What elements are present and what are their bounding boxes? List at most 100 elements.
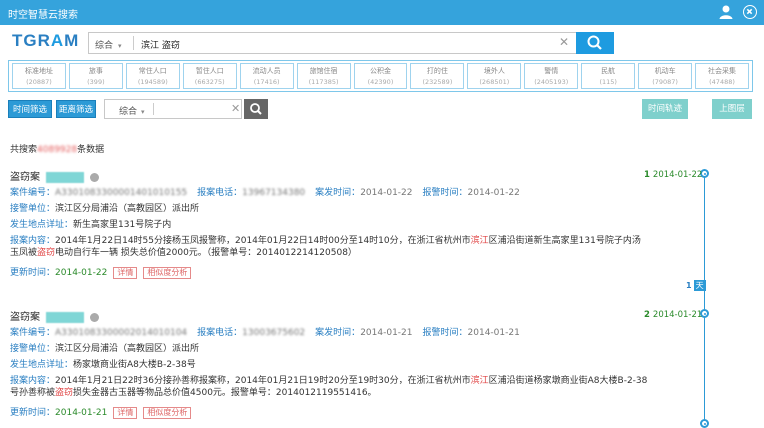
category-label: 标准地址 xyxy=(24,67,53,75)
result-summary: 共搜索4089928条数据 xyxy=(10,142,104,155)
category-count: (42390) xyxy=(367,78,394,86)
timeline-button[interactable]: 时间轨迹 xyxy=(642,99,688,119)
similarity-button[interactable]: 相似度分析 xyxy=(143,407,192,419)
category-tab[interactable]: 旅事 (399) xyxy=(68,63,123,89)
day-count: 1 xyxy=(686,281,692,290)
category-label: 民航 xyxy=(601,67,616,75)
category-label: 旅馆住宿 xyxy=(309,67,338,75)
category-label: 社会采集 xyxy=(708,67,737,75)
category-count: (115) xyxy=(599,78,617,86)
clear-search-icon[interactable]: ✕ xyxy=(559,35,569,49)
category-tab[interactable]: 警情 (2405193) xyxy=(524,63,579,89)
status-badge xyxy=(46,311,84,323)
category-tab[interactable]: 旅馆住宿 (117385) xyxy=(296,63,351,89)
similarity-button[interactable]: 相似度分析 xyxy=(143,267,192,279)
search-input[interactable]: 滨江 盗窃 xyxy=(141,38,180,51)
category-tab[interactable]: 社会采集 (47488) xyxy=(695,63,749,89)
logo-text-a: A xyxy=(50,31,65,50)
unit-value: 滨江区分局浦沿（高教园区）派出所 xyxy=(55,204,200,214)
clear-filter-icon[interactable]: ✕ xyxy=(231,102,240,115)
logo-text: TGR xyxy=(12,31,51,50)
category-count: (232589) xyxy=(422,78,453,86)
category-tab[interactable]: 暂住人口 (663275) xyxy=(182,63,237,89)
address-label: 发生地点详址： xyxy=(10,360,74,370)
content-text: 损失金器古玉器等物品总价值4500元。报警单号：2014012119551416… xyxy=(73,388,377,398)
title-bar: 时空智慧云搜索 xyxy=(0,0,764,25)
case-title: 盗窃案 xyxy=(10,312,40,323)
category-tab[interactable]: 打的住 (232589) xyxy=(410,63,465,89)
timeline-node[interactable] xyxy=(700,419,709,428)
occur-label: 案发时间： xyxy=(315,188,361,198)
highlight-text: 盗窃 xyxy=(37,248,56,258)
occur-value: 2014-01-21 xyxy=(360,328,413,338)
phone-value: 13003675602 xyxy=(242,328,306,338)
detail-button[interactable]: 详情 xyxy=(113,407,138,419)
marker-icon[interactable] xyxy=(90,172,99,182)
address-label: 发生地点详址： xyxy=(10,220,74,230)
case-title: 盗窃案 xyxy=(10,172,40,183)
case-no-label: 案件编号： xyxy=(10,188,56,198)
detail-button[interactable]: 详情 xyxy=(113,267,138,279)
phone-label: 报案电话： xyxy=(197,188,243,198)
category-tab[interactable]: 流动人员 (17416) xyxy=(239,63,294,89)
category-count: (117385) xyxy=(308,78,339,86)
close-icon[interactable] xyxy=(743,5,757,19)
filter-scope-select[interactable]: 综合 xyxy=(119,104,145,117)
logo-text-m: M xyxy=(64,31,80,50)
filter-divider xyxy=(153,103,154,115)
report-label: 报警时间： xyxy=(422,328,468,338)
category-tab[interactable]: 公积金 (42390) xyxy=(353,63,408,89)
summary-prefix: 共搜索 xyxy=(10,145,38,155)
content-text: 玉凤被 xyxy=(10,248,38,258)
category-count: (17416) xyxy=(253,78,280,86)
content-text: 号孙善称被 xyxy=(10,388,56,398)
content-text: 电动自行车一辆 损失总价值2000元。（报警单号：201401221412050… xyxy=(55,248,357,258)
content-text: 区浦沿街道新生高家里131号院子内汤 xyxy=(488,236,641,246)
category-label: 暂住人口 xyxy=(195,67,224,75)
time-filter-button[interactable]: 时间筛选 xyxy=(8,100,52,118)
unit-label: 接警单位： xyxy=(10,344,56,354)
occur-value: 2014-01-22 xyxy=(360,188,413,198)
category-tab[interactable]: 常住人口 (194589) xyxy=(125,63,180,89)
category-label: 机动车 xyxy=(654,67,676,75)
user-icon[interactable] xyxy=(718,4,734,20)
category-label: 公积金 xyxy=(369,67,391,75)
category-label: 打的住 xyxy=(426,67,448,75)
address-value: 新生高家里131号院子内 xyxy=(73,220,172,230)
update-value: 2014-01-21 xyxy=(55,408,108,418)
category-count: (2405193) xyxy=(534,78,569,86)
case-no-label: 案件编号： xyxy=(10,328,56,338)
update-label: 更新时间： xyxy=(10,408,56,418)
filter-search-button[interactable] xyxy=(244,99,268,119)
content-text: 区浦沿街道杨家墩商业街A8大楼B-2-38 xyxy=(488,376,648,386)
highlight-text: 滨江 xyxy=(470,236,489,246)
summary-suffix: 条数据 xyxy=(77,145,105,155)
category-label: 常住人口 xyxy=(138,67,167,75)
update-label: 更新时间： xyxy=(10,268,56,278)
filter-box: 综合 ✕ xyxy=(104,99,242,119)
search-divider xyxy=(133,36,134,50)
case-card[interactable]: 盗窃案 案件编号：A3301083300001401010155 报案电话：139… xyxy=(10,168,690,279)
category-tab[interactable]: 标准地址 (20887) xyxy=(12,63,66,89)
unit-label: 接警单位： xyxy=(10,204,56,214)
marker-icon[interactable] xyxy=(90,312,99,322)
search-box: 综合 滨江 盗窃 ✕ xyxy=(88,32,578,54)
category-count: (399) xyxy=(87,78,105,86)
highlight-text: 盗窃 xyxy=(55,388,74,398)
case-no-value: A3301083300002014010104 xyxy=(55,328,188,338)
category-bar: 标准地址 (20887) 旅事 (399) 常住人口 (194589) 暂住人口 (66327… xyxy=(8,60,753,92)
search-button[interactable] xyxy=(576,32,614,54)
category-tab[interactable]: 境外人 (268501) xyxy=(467,63,522,89)
category-tab[interactable]: 民航 (115) xyxy=(581,63,636,89)
case-card[interactable]: 盗窃案 案件编号：A3301083300002014010104 报案电话：130… xyxy=(10,308,690,419)
map-layer-button[interactable]: 上图层 xyxy=(712,99,752,119)
category-count: (194589) xyxy=(137,78,168,86)
occur-label: 案发时间： xyxy=(315,328,361,338)
category-count: (79087) xyxy=(652,78,678,86)
category-count: (268501) xyxy=(479,78,510,86)
search-scope-select[interactable]: 综合 xyxy=(95,38,122,51)
category-tab[interactable]: 机动车 (79087) xyxy=(638,63,693,89)
window-title: 时空智慧云搜索 xyxy=(8,10,78,21)
distance-filter-button[interactable]: 距离筛选 xyxy=(56,100,96,118)
case-no-value: A3301083300001401010155 xyxy=(55,188,188,198)
